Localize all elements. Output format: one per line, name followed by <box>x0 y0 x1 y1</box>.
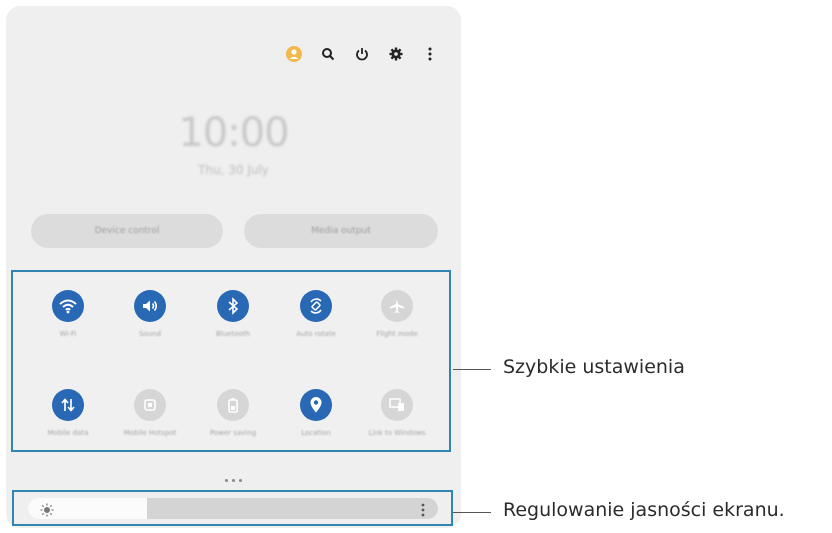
location-icon <box>300 389 332 421</box>
sound-icon <box>134 290 166 322</box>
tile-label: Bluetooth <box>216 330 250 338</box>
panel-header-icons <box>286 46 438 62</box>
tile-flight-mode[interactable]: Flight mode <box>367 290 427 339</box>
device-control-label: Device control <box>94 226 160 236</box>
mobile-data-icon <box>52 389 84 421</box>
account-icon[interactable] <box>286 46 302 62</box>
tile-label: Flight mode <box>376 330 418 338</box>
wifi-icon <box>52 290 84 322</box>
tile-bluetooth[interactable]: Bluetooth <box>203 290 263 339</box>
airplane-icon <box>381 290 413 322</box>
brightness-callout: Regulowanie jasności ekranu. <box>503 499 785 521</box>
settings-icon[interactable] <box>388 46 404 62</box>
link-windows-icon <box>381 389 413 421</box>
tile-label: Location <box>301 429 331 437</box>
auto-rotate-icon <box>300 290 332 322</box>
page-dot <box>239 479 242 482</box>
clock-date: Thu, 30 July <box>198 163 269 177</box>
quick-settings-leader <box>453 369 491 370</box>
page-dot <box>225 479 228 482</box>
tile-label: Link to Windows <box>368 429 426 437</box>
tile-mobile-data[interactable]: Mobile data <box>38 389 98 438</box>
tile-wifi[interactable]: Wi-Fi <box>38 290 98 339</box>
tile-sound[interactable]: Sound <box>120 290 180 339</box>
tile-label: Wi-Fi <box>59 330 77 338</box>
battery-icon <box>217 389 249 421</box>
device-control-button[interactable]: Device control <box>31 214 223 248</box>
tile-label: Mobile Hotspot <box>123 429 177 437</box>
hotspot-icon <box>134 389 166 421</box>
power-icon[interactable] <box>354 46 370 62</box>
media-output-button[interactable]: Media output <box>244 214 438 248</box>
tile-label: Power saving <box>209 429 257 437</box>
tile-label: Auto rotate <box>296 330 336 338</box>
tile-link-to-windows[interactable]: Link to Windows <box>367 389 427 438</box>
brightness-highlight <box>12 490 453 526</box>
tile-mobile-hotspot[interactable]: Mobile Hotspot <box>120 389 180 438</box>
quick-settings-callout: Szybkie ustawienia <box>503 356 685 378</box>
media-output-label: Media output <box>311 226 371 236</box>
tile-power-saving[interactable]: Power saving <box>203 389 263 438</box>
tile-label: Mobile data <box>47 429 89 437</box>
more-vertical-icon[interactable] <box>422 46 438 62</box>
clock-time: 10:00 <box>178 110 289 156</box>
tile-label: Sound <box>138 330 162 338</box>
page-indicator[interactable] <box>225 479 242 482</box>
bluetooth-icon <box>217 290 249 322</box>
brightness-leader <box>453 512 491 513</box>
tile-auto-rotate[interactable]: Auto rotate <box>286 290 346 339</box>
tile-location[interactable]: Location <box>286 389 346 438</box>
page-dot <box>232 479 235 482</box>
search-icon[interactable] <box>320 46 336 62</box>
